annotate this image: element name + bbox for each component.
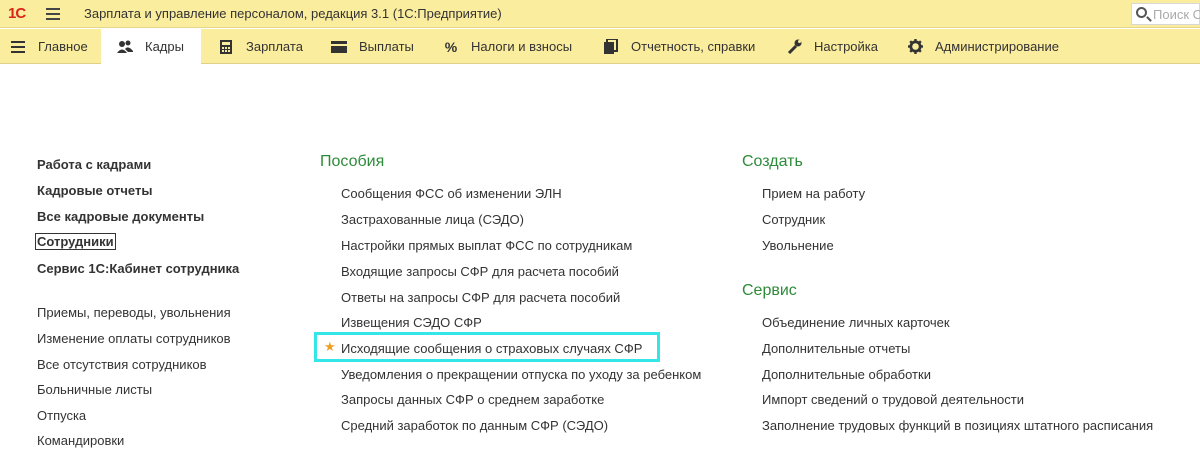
- link-create-employee[interactable]: Сотрудник: [762, 212, 825, 227]
- link-create-dismissal[interactable]: Увольнение: [762, 238, 834, 253]
- section-title-create: Создать: [742, 153, 803, 170]
- card-icon: [331, 39, 347, 55]
- tab-label: Налоги и взносы: [471, 39, 573, 54]
- tab-reports[interactable]: Отчетность, справки: [603, 29, 755, 64]
- link-hires-transfers[interactable]: Приемы, переводы, увольнения: [37, 305, 231, 320]
- star-icon[interactable]: ★: [324, 339, 336, 355]
- link-employee-cabinet-service[interactable]: Сервис 1С:Кабинет сотрудника: [37, 261, 239, 276]
- tab-label: Выплаты: [359, 39, 414, 54]
- link-additional-reports[interactable]: Дополнительные отчеты: [762, 341, 910, 356]
- tab-hr[interactable]: Кадры: [101, 29, 201, 64]
- tab-taxes[interactable]: % Налоги и взносы: [443, 29, 572, 64]
- link-import-work-history[interactable]: Импорт сведений о трудовой деятельности: [762, 392, 1024, 407]
- tab-label: Администрирование: [935, 39, 1059, 54]
- link-sedo-notices[interactable]: Извещения СЭДО СФР: [341, 315, 482, 330]
- link-vacations[interactable]: Отпуска: [37, 408, 86, 423]
- link-average-earnings-sedo[interactable]: Средний заработок по данным СФР (СЭДО): [341, 418, 608, 433]
- tab-label: Кадры: [145, 39, 184, 54]
- tab-label: Зарплата: [246, 39, 303, 54]
- link-sick-leaves[interactable]: Больничные листы: [37, 382, 152, 397]
- link-all-absences[interactable]: Все отсутствия сотрудников: [37, 357, 207, 372]
- tab-label: Настройка: [814, 39, 878, 54]
- link-pay-changes[interactable]: Изменение оплаты сотрудников: [37, 331, 231, 346]
- link-employees[interactable]: Сотрудники: [35, 233, 116, 250]
- link-additional-processing[interactable]: Дополнительные обработки: [762, 367, 931, 382]
- link-average-earnings-requests[interactable]: Запросы данных СФР о среднем заработке: [341, 392, 604, 407]
- section-title-service: Сервис: [742, 282, 797, 299]
- link-childcare-leave-termination[interactable]: Уведомления о прекращении отпуска по ухо…: [341, 367, 701, 382]
- link-hr-work[interactable]: Работа с кадрами: [37, 157, 151, 172]
- link-employees-label: Сотрудники: [35, 233, 116, 250]
- link-hr-reports[interactable]: Кадровые отчеты: [37, 183, 152, 198]
- tab-payments[interactable]: Выплаты: [331, 29, 414, 64]
- link-create-hire[interactable]: Прием на работу: [762, 186, 865, 201]
- gear-icon: [907, 39, 923, 55]
- link-fill-job-functions[interactable]: Заполнение трудовых функций в позициях ш…: [762, 418, 1153, 433]
- link-merge-personal-cards[interactable]: Объединение личных карточек: [762, 315, 950, 330]
- search-icon: [1136, 7, 1147, 18]
- main-menu-icon[interactable]: [46, 8, 60, 20]
- section-title-benefits: Пособия: [320, 153, 385, 170]
- tab-main[interactable]: Главное: [10, 29, 88, 64]
- search-input[interactable]: Поиск С: [1131, 3, 1200, 25]
- link-direct-payments-settings[interactable]: Настройки прямых выплат ФСС по сотрудник…: [341, 238, 632, 253]
- tab-salary[interactable]: Зарплата: [218, 29, 303, 64]
- tab-administration[interactable]: Администрирование: [907, 29, 1059, 64]
- link-sfr-request-answers[interactable]: Ответы на запросы СФР для расчета пособи…: [341, 290, 620, 305]
- link-fss-eln-messages[interactable]: Сообщения ФСС об изменении ЭЛН: [341, 186, 562, 201]
- link-business-trips[interactable]: Командировки: [37, 433, 124, 448]
- people-icon: [117, 39, 133, 55]
- tab-label: Отчетность, справки: [631, 39, 756, 54]
- tab-settings[interactable]: Настройка: [786, 29, 878, 64]
- link-incoming-sfr-requests[interactable]: Входящие запросы СФР для расчета пособий: [341, 264, 619, 279]
- 1c-logo[interactable]: 1С: [8, 5, 26, 22]
- hamburger-icon: [10, 39, 26, 55]
- app-title: Зарплата и управление персоналом, редакц…: [84, 6, 502, 21]
- link-all-hr-documents[interactable]: Все кадровые документы: [37, 209, 204, 224]
- link-insured-persons[interactable]: Застрахованные лица (СЭДО): [341, 212, 524, 227]
- tab-label: Главное: [38, 39, 88, 54]
- calculator-icon: [218, 39, 234, 55]
- percent-icon: %: [444, 38, 458, 55]
- section-panel: Главное Кадры Зарплата Выплаты % Налоги …: [0, 29, 1200, 64]
- reports-icon: [603, 39, 619, 55]
- wrench-icon: [786, 39, 802, 55]
- title-bar: 1С Зарплата и управление персоналом, ред…: [0, 0, 1200, 28]
- link-outgoing-insurance-messages[interactable]: Исходящие сообщения о страховых случаях …: [341, 341, 642, 356]
- search-placeholder: Поиск С: [1153, 7, 1200, 22]
